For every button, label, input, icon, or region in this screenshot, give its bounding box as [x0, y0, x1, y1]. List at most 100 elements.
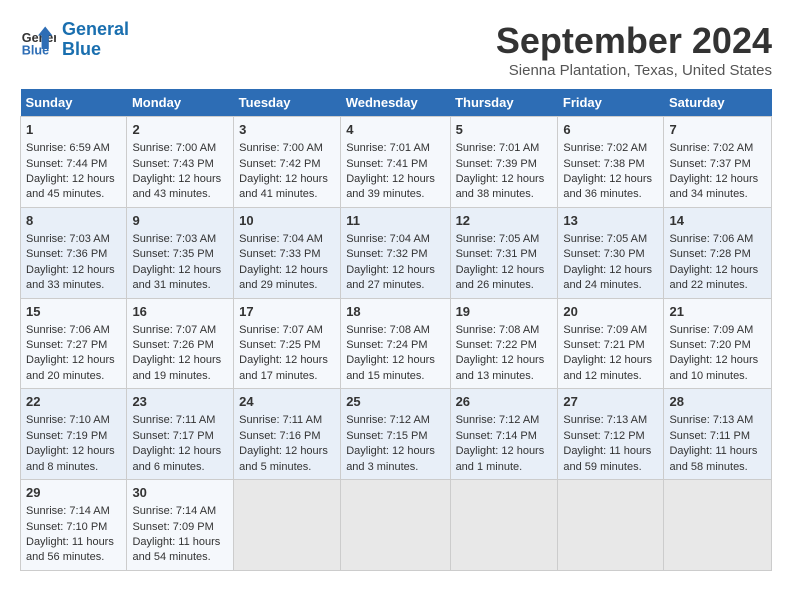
- calendar-cell: 28Sunrise: 7:13 AMSunset: 7:11 PMDayligh…: [664, 389, 772, 480]
- day-info: Sunrise: 7:01 AM: [346, 141, 444, 156]
- day-info: Daylight: 11 hours: [132, 535, 228, 550]
- day-info: and 6 minutes.: [132, 460, 228, 475]
- day-number: 13: [563, 212, 658, 230]
- day-info: Sunset: 7:16 PM: [239, 429, 335, 444]
- day-info: Sunrise: 7:05 AM: [563, 232, 658, 247]
- calendar-cell: 5Sunrise: 7:01 AMSunset: 7:39 PMDaylight…: [450, 117, 558, 208]
- calendar-cell: 6Sunrise: 7:02 AMSunset: 7:38 PMDaylight…: [558, 117, 664, 208]
- day-info: Sunset: 7:26 PM: [132, 338, 228, 353]
- day-info: Daylight: 12 hours: [669, 353, 766, 368]
- day-info: Sunset: 7:09 PM: [132, 520, 228, 535]
- header-wednesday: Wednesday: [341, 89, 450, 117]
- day-number: 4: [346, 121, 444, 139]
- week-row-4: 22Sunrise: 7:10 AMSunset: 7:19 PMDayligh…: [21, 389, 772, 480]
- calendar-cell: 8Sunrise: 7:03 AMSunset: 7:36 PMDaylight…: [21, 207, 127, 298]
- day-number: 6: [563, 121, 658, 139]
- calendar-cell: 11Sunrise: 7:04 AMSunset: 7:32 PMDayligh…: [341, 207, 450, 298]
- day-info: and 3 minutes.: [346, 460, 444, 475]
- calendar-cell: 18Sunrise: 7:08 AMSunset: 7:24 PMDayligh…: [341, 298, 450, 389]
- day-number: 5: [456, 121, 553, 139]
- calendar-cell: 19Sunrise: 7:08 AMSunset: 7:22 PMDayligh…: [450, 298, 558, 389]
- day-info: Sunrise: 7:05 AM: [456, 232, 553, 247]
- day-info: Sunset: 7:43 PM: [132, 157, 228, 172]
- day-info: Sunset: 7:17 PM: [132, 429, 228, 444]
- day-info: Sunrise: 7:01 AM: [456, 141, 553, 156]
- day-number: 21: [669, 303, 766, 321]
- day-info: Sunset: 7:35 PM: [132, 247, 228, 262]
- day-number: 27: [563, 393, 658, 411]
- day-info: Daylight: 12 hours: [456, 172, 553, 187]
- day-info: Sunset: 7:21 PM: [563, 338, 658, 353]
- calendar-cell: 15Sunrise: 7:06 AMSunset: 7:27 PMDayligh…: [21, 298, 127, 389]
- week-row-5: 29Sunrise: 7:14 AMSunset: 7:10 PMDayligh…: [21, 480, 772, 571]
- header-friday: Friday: [558, 89, 664, 117]
- calendar-cell: 2Sunrise: 7:00 AMSunset: 7:43 PMDaylight…: [127, 117, 234, 208]
- day-info: and 27 minutes.: [346, 278, 444, 293]
- day-info: Sunrise: 7:07 AM: [239, 323, 335, 338]
- calendar-cell: 24Sunrise: 7:11 AMSunset: 7:16 PMDayligh…: [234, 389, 341, 480]
- day-info: and 8 minutes.: [26, 460, 121, 475]
- day-info: Sunrise: 7:13 AM: [669, 413, 766, 428]
- day-info: Sunrise: 7:03 AM: [132, 232, 228, 247]
- day-info: Sunrise: 7:07 AM: [132, 323, 228, 338]
- day-info: Sunset: 7:27 PM: [26, 338, 121, 353]
- day-info: Daylight: 12 hours: [132, 444, 228, 459]
- calendar-table: SundayMondayTuesdayWednesdayThursdayFrid…: [20, 89, 772, 571]
- day-info: Sunset: 7:42 PM: [239, 157, 335, 172]
- day-info: and 20 minutes.: [26, 369, 121, 384]
- day-info: Sunrise: 7:06 AM: [669, 232, 766, 247]
- day-number: 28: [669, 393, 766, 411]
- day-number: 24: [239, 393, 335, 411]
- month-title: September 2024: [496, 20, 772, 62]
- calendar-cell: 23Sunrise: 7:11 AMSunset: 7:17 PMDayligh…: [127, 389, 234, 480]
- day-info: Sunrise: 7:00 AM: [132, 141, 228, 156]
- day-number: 19: [456, 303, 553, 321]
- calendar-cell: 12Sunrise: 7:05 AMSunset: 7:31 PMDayligh…: [450, 207, 558, 298]
- day-info: and 15 minutes.: [346, 369, 444, 384]
- day-info: and 45 minutes.: [26, 187, 121, 202]
- header-saturday: Saturday: [664, 89, 772, 117]
- day-number: 7: [669, 121, 766, 139]
- day-info: and 58 minutes.: [669, 460, 766, 475]
- calendar-cell: 13Sunrise: 7:05 AMSunset: 7:30 PMDayligh…: [558, 207, 664, 298]
- day-info: and 19 minutes.: [132, 369, 228, 384]
- calendar-cell: 4Sunrise: 7:01 AMSunset: 7:41 PMDaylight…: [341, 117, 450, 208]
- day-info: Daylight: 12 hours: [563, 172, 658, 187]
- calendar-cell: 25Sunrise: 7:12 AMSunset: 7:15 PMDayligh…: [341, 389, 450, 480]
- day-info: Daylight: 11 hours: [26, 535, 121, 550]
- day-info: Daylight: 12 hours: [346, 444, 444, 459]
- calendar-cell: 29Sunrise: 7:14 AMSunset: 7:10 PMDayligh…: [21, 480, 127, 571]
- day-info: Sunrise: 6:59 AM: [26, 141, 121, 156]
- calendar-cell: 20Sunrise: 7:09 AMSunset: 7:21 PMDayligh…: [558, 298, 664, 389]
- day-info: Sunrise: 7:11 AM: [239, 413, 335, 428]
- day-info: and 22 minutes.: [669, 278, 766, 293]
- day-info: Sunrise: 7:11 AM: [132, 413, 228, 428]
- day-info: Sunset: 7:25 PM: [239, 338, 335, 353]
- day-info: Sunrise: 7:12 AM: [456, 413, 553, 428]
- header-monday: Monday: [127, 89, 234, 117]
- day-info: and 17 minutes.: [239, 369, 335, 384]
- day-info: Daylight: 12 hours: [26, 444, 121, 459]
- day-info: Daylight: 12 hours: [239, 353, 335, 368]
- day-info: Sunrise: 7:02 AM: [563, 141, 658, 156]
- day-info: Daylight: 12 hours: [26, 172, 121, 187]
- calendar-cell: 9Sunrise: 7:03 AMSunset: 7:35 PMDaylight…: [127, 207, 234, 298]
- calendar-cell: 22Sunrise: 7:10 AMSunset: 7:19 PMDayligh…: [21, 389, 127, 480]
- day-info: Sunset: 7:15 PM: [346, 429, 444, 444]
- day-number: 14: [669, 212, 766, 230]
- day-info: Sunset: 7:30 PM: [563, 247, 658, 262]
- calendar-cell: 26Sunrise: 7:12 AMSunset: 7:14 PMDayligh…: [450, 389, 558, 480]
- day-info: Sunset: 7:10 PM: [26, 520, 121, 535]
- day-info: Daylight: 12 hours: [26, 353, 121, 368]
- day-info: and 12 minutes.: [563, 369, 658, 384]
- day-info: and 24 minutes.: [563, 278, 658, 293]
- day-info: and 54 minutes.: [132, 550, 228, 565]
- day-info: and 33 minutes.: [26, 278, 121, 293]
- day-info: Sunset: 7:24 PM: [346, 338, 444, 353]
- day-info: and 43 minutes.: [132, 187, 228, 202]
- day-info: Sunrise: 7:03 AM: [26, 232, 121, 247]
- day-info: Daylight: 11 hours: [669, 444, 766, 459]
- day-info: Sunset: 7:36 PM: [26, 247, 121, 262]
- day-info: Daylight: 12 hours: [456, 353, 553, 368]
- day-info: and 34 minutes.: [669, 187, 766, 202]
